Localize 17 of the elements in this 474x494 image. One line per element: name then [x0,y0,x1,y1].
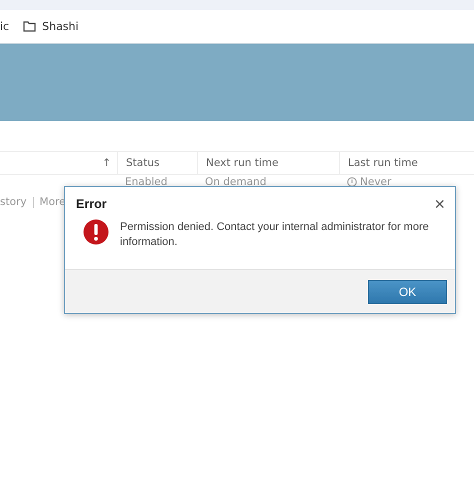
bookmark-link[interactable]: ic [0,20,10,33]
table-cell: Never [360,176,392,188]
folder-icon [23,21,36,32]
column-header[interactable]: ↑ [102,157,111,169]
bookmark-link[interactable]: Shashi [42,20,79,33]
table-cell: On demand [205,176,266,188]
column-header[interactable]: Last run time [348,157,418,169]
column-header[interactable]: Status [126,157,160,169]
link[interactable]: More [40,196,66,208]
error-icon [83,219,109,245]
ok-button[interactable]: OK [368,280,447,304]
error-message: Permission denied. Contact your internal administrator for more information. [120,220,430,250]
info-icon [347,177,357,187]
column-header[interactable]: Next run time [206,157,278,169]
dialog-title: Error [76,197,107,211]
close-button[interactable]: × [434,195,445,213]
table-cell: Enabled [125,176,168,188]
